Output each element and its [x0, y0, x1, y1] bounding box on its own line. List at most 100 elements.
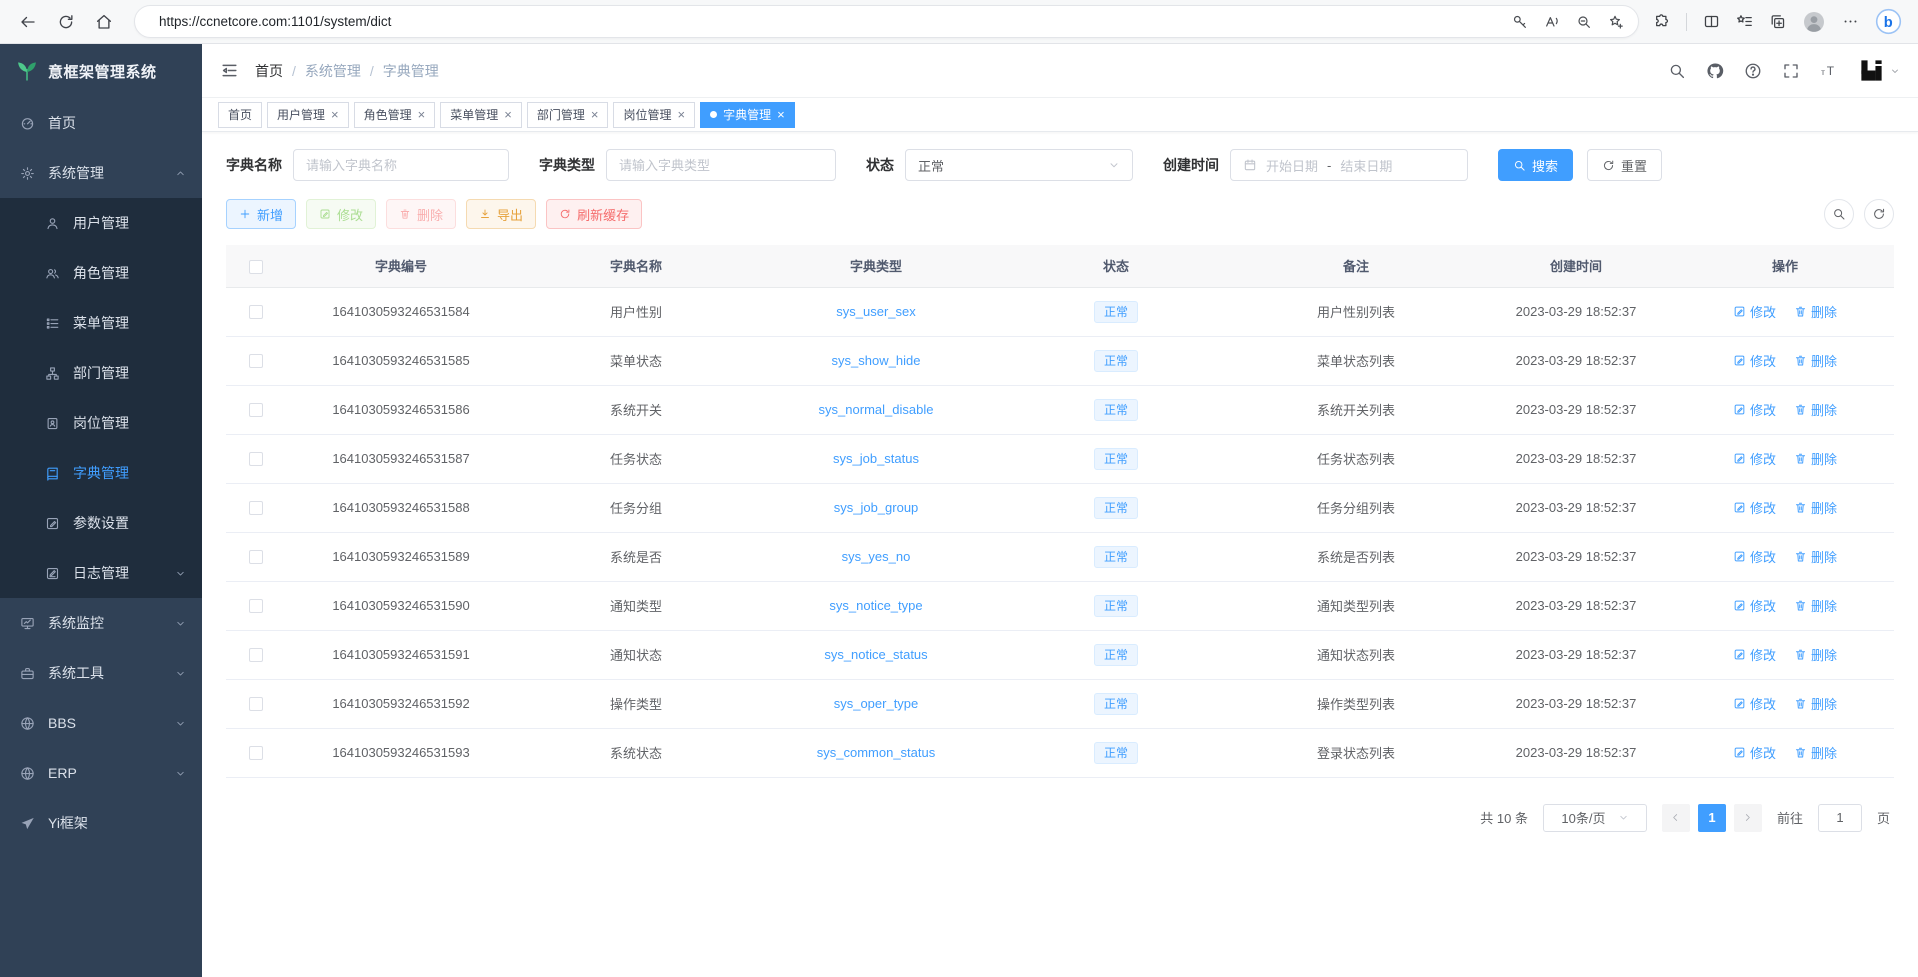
- dots-icon[interactable]: [1842, 13, 1859, 30]
- app-logo[interactable]: 意框架管理系统: [0, 44, 202, 98]
- row-edit-link[interactable]: 修改: [1733, 547, 1776, 566]
- dict-type-link[interactable]: sys_notice_type: [829, 598, 922, 613]
- row-edit-link[interactable]: 修改: [1733, 449, 1776, 468]
- sidebar-item-system-tools[interactable]: 系统工具: [0, 648, 202, 698]
- close-icon[interactable]: ×: [331, 108, 339, 121]
- sidebar-item-yi-framework[interactable]: Yi框架: [0, 798, 202, 848]
- row-checkbox[interactable]: [249, 501, 263, 515]
- sidebar-item-bbs[interactable]: BBS: [0, 698, 202, 748]
- status-select[interactable]: 正常: [905, 149, 1133, 181]
- row-delete-link[interactable]: 删除: [1794, 400, 1837, 419]
- dict-type-link[interactable]: sys_job_group: [834, 500, 919, 515]
- github-icon[interactable]: [1706, 62, 1724, 80]
- tab-post-mgmt[interactable]: 岗位管理×: [613, 102, 695, 128]
- row-delete-link[interactable]: 删除: [1794, 449, 1837, 468]
- dict-type-input[interactable]: [606, 149, 836, 181]
- tab-role-mgmt[interactable]: 角色管理×: [354, 102, 436, 128]
- row-edit-link[interactable]: 修改: [1733, 302, 1776, 321]
- row-edit-link[interactable]: 修改: [1733, 743, 1776, 762]
- sidebar-item-dept-mgmt[interactable]: 部门管理: [0, 348, 202, 398]
- refresh-icon[interactable]: [50, 6, 82, 38]
- row-edit-link[interactable]: 修改: [1733, 498, 1776, 517]
- sidebar-item-system-monitor[interactable]: 系统监控: [0, 598, 202, 648]
- avatar-icon[interactable]: [1802, 10, 1826, 34]
- url-text[interactable]: https://ccnetcore.com:1101/system/dict: [159, 14, 1502, 29]
- address-bar[interactable]: https://ccnetcore.com:1101/system/dict: [134, 5, 1639, 38]
- sidebar-collapse-icon[interactable]: [220, 61, 239, 80]
- row-checkbox[interactable]: [249, 550, 263, 564]
- dict-type-link[interactable]: sys_job_status: [833, 451, 919, 466]
- export-button[interactable]: 导出: [466, 199, 536, 229]
- tab-user-mgmt[interactable]: 用户管理×: [267, 102, 349, 128]
- sidebar-item-param-settings[interactable]: 参数设置: [0, 498, 202, 548]
- row-delete-link[interactable]: 删除: [1794, 547, 1837, 566]
- bing-icon[interactable]: b: [1875, 8, 1902, 35]
- row-checkbox[interactable]: [249, 403, 263, 417]
- row-edit-link[interactable]: 修改: [1733, 400, 1776, 419]
- sidebar-item-erp[interactable]: ERP: [0, 748, 202, 798]
- tab-menu-mgmt[interactable]: 菜单管理×: [440, 102, 522, 128]
- close-icon[interactable]: ×: [777, 108, 785, 121]
- dict-type-link[interactable]: sys_notice_status: [824, 647, 927, 662]
- tab-dict-mgmt[interactable]: 字典管理×: [700, 102, 795, 128]
- split-icon[interactable]: [1703, 13, 1720, 30]
- sidebar-item-role-mgmt[interactable]: 角色管理: [0, 248, 202, 298]
- star-plus-icon[interactable]: [1608, 14, 1624, 30]
- row-edit-link[interactable]: 修改: [1733, 596, 1776, 615]
- row-delete-link[interactable]: 删除: [1794, 351, 1837, 370]
- reset-button[interactable]: 重置: [1587, 149, 1662, 181]
- dict-type-link[interactable]: sys_common_status: [817, 745, 936, 760]
- sidebar-item-post-mgmt[interactable]: 岗位管理: [0, 398, 202, 448]
- row-delete-link[interactable]: 删除: [1794, 302, 1837, 321]
- fav-list-icon[interactable]: [1736, 13, 1753, 30]
- row-checkbox[interactable]: [249, 648, 263, 662]
- close-icon[interactable]: ×: [504, 108, 512, 121]
- close-icon[interactable]: ×: [677, 108, 685, 121]
- home-icon[interactable]: [88, 6, 120, 38]
- collections-icon[interactable]: [1769, 13, 1786, 30]
- current-page[interactable]: 1: [1698, 804, 1726, 832]
- key-icon[interactable]: [1512, 14, 1528, 30]
- prev-page-button[interactable]: [1662, 804, 1690, 832]
- row-checkbox[interactable]: [249, 697, 263, 711]
- edit-button[interactable]: 修改: [306, 199, 376, 229]
- close-icon[interactable]: ×: [418, 108, 426, 121]
- sidebar-item-user-mgmt[interactable]: 用户管理: [0, 198, 202, 248]
- date-range-picker[interactable]: 开始日期 - 结束日期: [1230, 149, 1468, 181]
- show-search-button[interactable]: [1824, 199, 1854, 229]
- row-edit-link[interactable]: 修改: [1733, 694, 1776, 713]
- sidebar-item-log-mgmt[interactable]: 日志管理: [0, 548, 202, 598]
- dict-type-link[interactable]: sys_user_sex: [836, 304, 915, 319]
- delete-button[interactable]: 删除: [386, 199, 456, 229]
- row-edit-link[interactable]: 修改: [1733, 645, 1776, 664]
- tab-dept-mgmt[interactable]: 部门管理×: [527, 102, 609, 128]
- row-delete-link[interactable]: 删除: [1794, 596, 1837, 615]
- back-icon[interactable]: [12, 6, 44, 38]
- sidebar-item-menu-mgmt[interactable]: 菜单管理: [0, 298, 202, 348]
- dict-type-link[interactable]: sys_yes_no: [842, 549, 911, 564]
- row-checkbox[interactable]: [249, 305, 263, 319]
- sidebar-item-system-mgmt[interactable]: 系统管理: [0, 148, 202, 198]
- dict-type-link[interactable]: sys_normal_disable: [819, 402, 934, 417]
- question-icon[interactable]: [1744, 62, 1762, 80]
- breadcrumb-item-home[interactable]: 首页: [255, 61, 283, 81]
- sidebar-item-dict-mgmt[interactable]: 字典管理: [0, 448, 202, 498]
- tab-home[interactable]: 首页: [218, 102, 262, 128]
- dict-type-link[interactable]: sys_show_hide: [832, 353, 921, 368]
- refresh-cache-button[interactable]: 刷新缓存: [546, 199, 642, 229]
- text-size-icon[interactable]: тT: [1820, 62, 1838, 80]
- search-icon[interactable]: [1668, 62, 1686, 80]
- refresh-table-button[interactable]: [1864, 199, 1894, 229]
- user-avatar-menu[interactable]: [1858, 57, 1900, 84]
- row-checkbox[interactable]: [249, 746, 263, 760]
- next-page-button[interactable]: [1734, 804, 1762, 832]
- row-edit-link[interactable]: 修改: [1733, 351, 1776, 370]
- zoom-out-icon[interactable]: [1576, 14, 1592, 30]
- sidebar-item-home[interactable]: 首页: [0, 98, 202, 148]
- row-delete-link[interactable]: 删除: [1794, 645, 1837, 664]
- row-checkbox[interactable]: [249, 354, 263, 368]
- row-checkbox[interactable]: [249, 452, 263, 466]
- fullscreen-icon[interactable]: [1782, 62, 1800, 80]
- search-button[interactable]: 搜索: [1498, 149, 1573, 181]
- goto-page-input[interactable]: [1818, 804, 1862, 832]
